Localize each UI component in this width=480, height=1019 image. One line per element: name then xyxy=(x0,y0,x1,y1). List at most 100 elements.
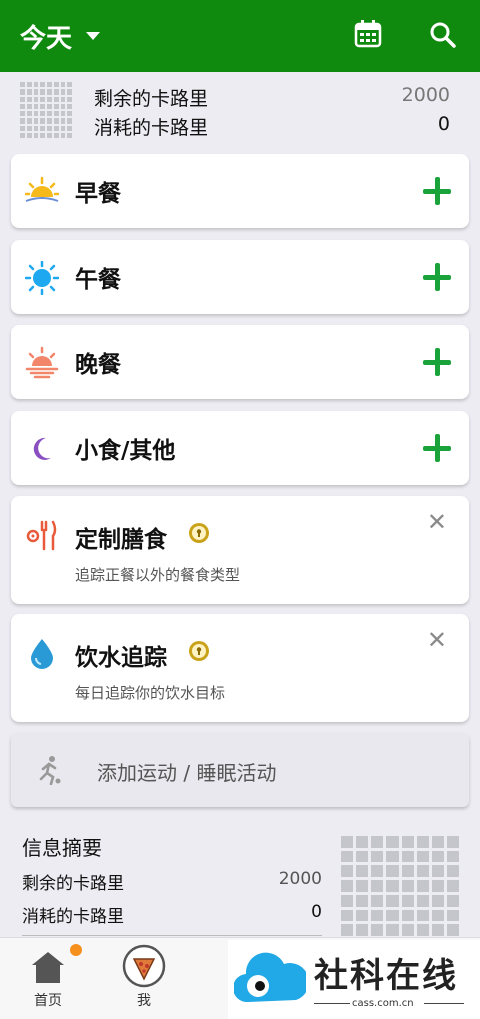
feature-description: 每日追踪你的饮水目标 xyxy=(75,684,226,702)
date-selector[interactable]: 今天 xyxy=(20,18,72,55)
watermark: 社科在线 cass.com.cn xyxy=(228,940,480,1019)
grid-cell xyxy=(53,132,59,138)
grid-cell xyxy=(356,894,369,907)
grid-cell xyxy=(20,111,25,117)
grid-cell xyxy=(33,118,39,124)
grid-cell xyxy=(20,132,25,138)
grid-cell xyxy=(67,89,72,95)
grid-cell xyxy=(341,924,354,936)
info-summary-title: 信息摘要 xyxy=(22,836,102,860)
grid-cell xyxy=(371,865,384,878)
grid-cell xyxy=(33,125,39,131)
grid-cell xyxy=(67,132,72,138)
grid-cell xyxy=(431,880,444,892)
avatar-icon xyxy=(122,944,166,988)
grid-cell xyxy=(371,850,384,863)
grid-cell xyxy=(446,909,459,922)
grid-cell xyxy=(60,89,66,95)
dismiss-custom-meal-button[interactable]: ✕ xyxy=(427,510,447,534)
custom-meal-card[interactable]: 定制膳食 ✕ 追踪正餐以外的餐食类型 xyxy=(11,496,469,604)
grid-cell xyxy=(60,82,66,88)
custom-meal-icon xyxy=(26,520,57,551)
chevron-down-icon[interactable] xyxy=(86,32,101,40)
info-grid-icon xyxy=(341,836,459,936)
grid-cell xyxy=(431,924,444,936)
top-app-bar: 今天 xyxy=(0,0,480,72)
sunrise-icon xyxy=(25,176,59,202)
add-snack-button[interactable] xyxy=(423,434,451,462)
grid-cell xyxy=(60,118,66,124)
grid-cell xyxy=(47,89,52,95)
grid-cell xyxy=(386,865,399,878)
nav-home[interactable]: 首页 xyxy=(8,938,88,1019)
grid-cell xyxy=(33,111,39,117)
meal-card-snacks[interactable]: 小食/其他 xyxy=(11,411,469,485)
premium-lock-icon xyxy=(189,641,209,661)
calorie-grid-icon xyxy=(20,82,72,138)
grid-cell xyxy=(356,836,369,848)
grid-cell xyxy=(341,909,354,922)
grid-cell xyxy=(401,836,414,848)
add-exercise-button[interactable]: 添加运动 / 睡眠活动 xyxy=(11,733,469,807)
grid-cell xyxy=(386,909,399,922)
info-burned-value: 0 xyxy=(311,902,322,922)
grid-cell xyxy=(386,880,399,892)
grid-cell xyxy=(371,909,384,922)
grid-cell xyxy=(341,894,354,907)
remaining-calories-label: 剩余的卡路里 xyxy=(94,88,209,110)
grid-cell xyxy=(401,865,414,878)
notification-badge xyxy=(70,944,82,956)
grid-cell xyxy=(33,103,39,109)
grid-cell xyxy=(356,909,369,922)
info-summary[interactable]: 信息摘要 剩余的卡路里 2000 消耗的卡路里 0 xyxy=(22,832,322,936)
watermark-logo xyxy=(234,952,306,1003)
moon-icon xyxy=(33,437,51,460)
sunset-icon xyxy=(25,346,59,379)
meal-label: 小食/其他 xyxy=(75,438,176,464)
grid-cell xyxy=(67,125,72,131)
nav-me[interactable]: 我 xyxy=(104,938,184,1019)
grid-cell xyxy=(20,103,25,109)
info-burned-label: 消耗的卡路里 xyxy=(22,907,124,927)
grid-cell xyxy=(416,836,429,848)
water-tracking-card[interactable]: 饮水追踪 ✕ 每日追踪你的饮水目标 xyxy=(11,614,469,722)
meal-card-breakfast[interactable]: 早餐 xyxy=(11,154,469,228)
calendar-icon[interactable] xyxy=(354,20,382,48)
grid-cell xyxy=(53,111,59,117)
grid-cell xyxy=(20,96,25,102)
add-dinner-button[interactable] xyxy=(423,348,451,376)
grid-cell xyxy=(26,132,32,138)
grid-cell xyxy=(33,82,39,88)
grid-cell xyxy=(67,103,72,109)
grid-cell xyxy=(386,836,399,848)
meal-card-lunch[interactable]: 午餐 xyxy=(11,240,469,314)
calorie-summary[interactable]: 剩余的卡路里 2000 消耗的卡路里 0 xyxy=(0,72,480,146)
grid-cell xyxy=(446,924,459,936)
feature-label: 饮水追踪 xyxy=(75,645,167,671)
grid-cell xyxy=(446,850,459,863)
grid-cell xyxy=(67,111,72,117)
meal-card-dinner[interactable]: 晚餐 xyxy=(11,325,469,399)
meal-label: 晚餐 xyxy=(75,352,121,378)
grid-cell xyxy=(401,880,414,892)
grid-cell xyxy=(341,865,354,878)
grid-cell xyxy=(386,894,399,907)
grid-cell xyxy=(341,880,354,892)
grid-cell xyxy=(67,82,72,88)
grid-cell xyxy=(26,103,32,109)
grid-cell xyxy=(371,894,384,907)
grid-cell xyxy=(371,880,384,892)
grid-cell xyxy=(20,125,25,131)
grid-cell xyxy=(446,894,459,907)
grid-cell xyxy=(416,909,429,922)
info-remaining-label: 剩余的卡路里 xyxy=(22,874,124,894)
dismiss-water-tracking-button[interactable]: ✕ xyxy=(427,628,447,652)
grid-cell xyxy=(40,132,45,138)
add-lunch-button[interactable] xyxy=(423,263,451,291)
add-breakfast-button[interactable] xyxy=(423,177,451,205)
search-icon[interactable] xyxy=(430,22,456,48)
running-icon xyxy=(39,756,61,785)
grid-cell xyxy=(446,865,459,878)
watermark-rule-left xyxy=(314,1003,350,1004)
grid-cell xyxy=(47,82,52,88)
